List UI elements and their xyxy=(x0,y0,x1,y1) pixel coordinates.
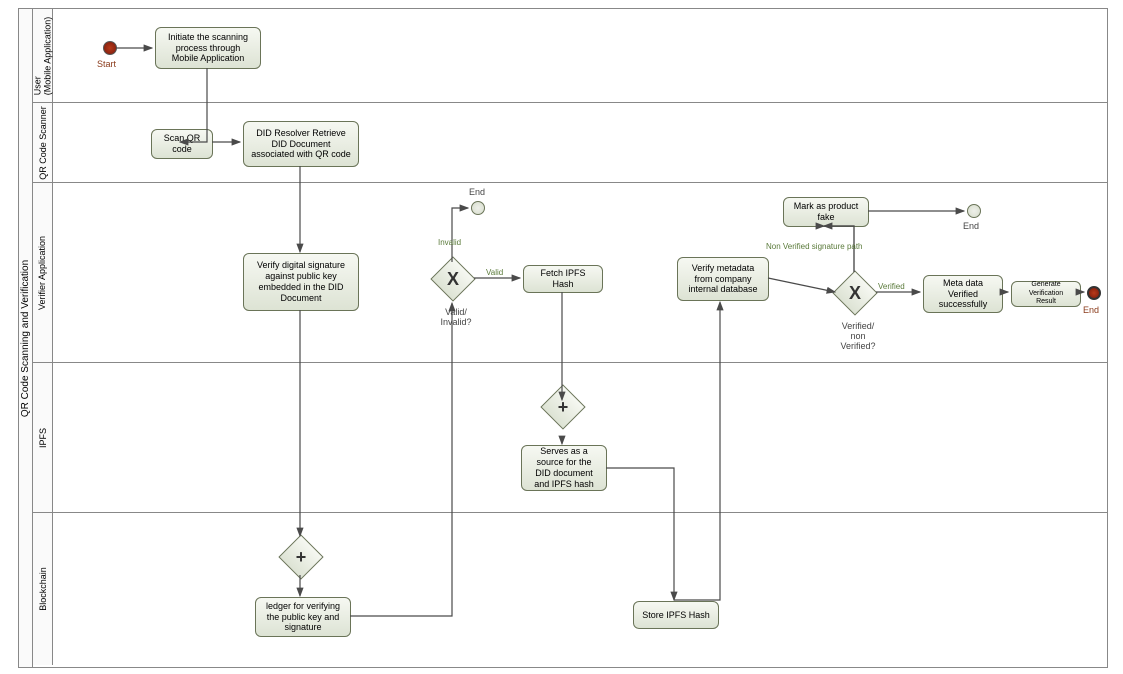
end-event-fake xyxy=(967,204,981,218)
lane-verifier-title-gutter: Verifier Application xyxy=(33,183,53,362)
lane-qr: QR Code Scanner Scan QR code DID Resolve… xyxy=(33,103,1107,183)
task-meta-verified: Meta data Verified successfully xyxy=(923,275,1003,313)
pool-title-gutter: QR Code Scanning and Verification xyxy=(19,9,33,667)
end-label-invalid: End xyxy=(469,187,485,197)
end-label-fake: End xyxy=(963,221,979,231)
gateway-valid-label: Valid/ Invalid? xyxy=(433,307,479,327)
lanes-container: User (Mobile Application) Start Initiate… xyxy=(33,9,1107,667)
gateway-verified-label: Verified/ non Verified? xyxy=(833,321,883,351)
lane-user: User (Mobile Application) Start Initiate… xyxy=(33,9,1107,103)
task-store-hash: Store IPFS Hash xyxy=(633,601,719,629)
lane-blockchain: Blockchain + ledger for verifying the pu… xyxy=(33,513,1107,665)
lane-ipfs: IPFS + Serves as a source for the DID do… xyxy=(33,363,1107,513)
gateway-verified: X xyxy=(832,270,877,315)
pool-title: QR Code Scanning and Verification xyxy=(20,259,31,416)
edge-valid: Valid xyxy=(486,268,503,277)
gateway-valid: X xyxy=(430,256,475,301)
bpmn-pool: QR Code Scanning and Verification User (… xyxy=(18,8,1108,668)
lane-qr-title-gutter: QR Code Scanner xyxy=(33,103,53,182)
task-ipfs-source: Serves as a source for the DID document … xyxy=(521,445,607,491)
lane-user-title-gutter: User (Mobile Application) xyxy=(33,9,53,102)
gateway-ipfs-parallel: + xyxy=(540,384,585,429)
lane-blockchain-body: + ledger for verifying the public key an… xyxy=(53,513,1107,665)
edge-invalid: Invalid xyxy=(438,238,461,247)
lane-qr-title: QR Code Scanner xyxy=(38,106,48,180)
lane-ipfs-title: IPFS xyxy=(38,427,48,447)
lane-ipfs-title-gutter: IPFS xyxy=(33,363,53,512)
lane-ipfs-body: + Serves as a source for the DID documen… xyxy=(53,363,1107,512)
lane-verifier-title: Verifier Application xyxy=(38,235,48,309)
task-initiate: Initiate the scanning process through Mo… xyxy=(155,27,261,69)
task-did-resolver: DID Resolver Retrieve DID Document assoc… xyxy=(243,121,359,167)
end-label-final: End xyxy=(1083,305,1099,315)
lane-blockchain-title: Blockchain xyxy=(38,567,48,611)
end-event-invalid xyxy=(471,201,485,215)
task-gen-result: Generate Verification Result xyxy=(1011,281,1081,307)
gateway-bc-parallel: + xyxy=(278,534,323,579)
start-label: Start xyxy=(97,59,116,69)
start-event xyxy=(103,41,117,55)
lane-user-title: User (Mobile Application) xyxy=(33,16,53,95)
task-verify-sig: Verify digital signature against public … xyxy=(243,253,359,311)
task-fetch-hash: Fetch IPFS Hash xyxy=(523,265,603,293)
task-mark-fake: Mark as product fake xyxy=(783,197,869,227)
end-event-final xyxy=(1087,286,1101,300)
lane-blockchain-title-gutter: Blockchain xyxy=(33,513,53,665)
lane-verifier: Verifier Application Verify digital sign… xyxy=(33,183,1107,363)
task-verify-meta: Verify metadata from company internal da… xyxy=(677,257,769,301)
lane-qr-body: Scan QR code DID Resolver Retrieve DID D… xyxy=(53,103,1107,182)
edge-nonverified: Non Verified signature path xyxy=(766,242,863,251)
lane-user-body: Start Initiate the scanning process thro… xyxy=(53,9,1107,102)
edge-verified: Verified xyxy=(878,282,905,291)
lane-verifier-body: Verify digital signature against public … xyxy=(53,183,1107,362)
task-scan-qr: Scan QR code xyxy=(151,129,213,159)
task-ledger: ledger for verifying the public key and … xyxy=(255,597,351,637)
